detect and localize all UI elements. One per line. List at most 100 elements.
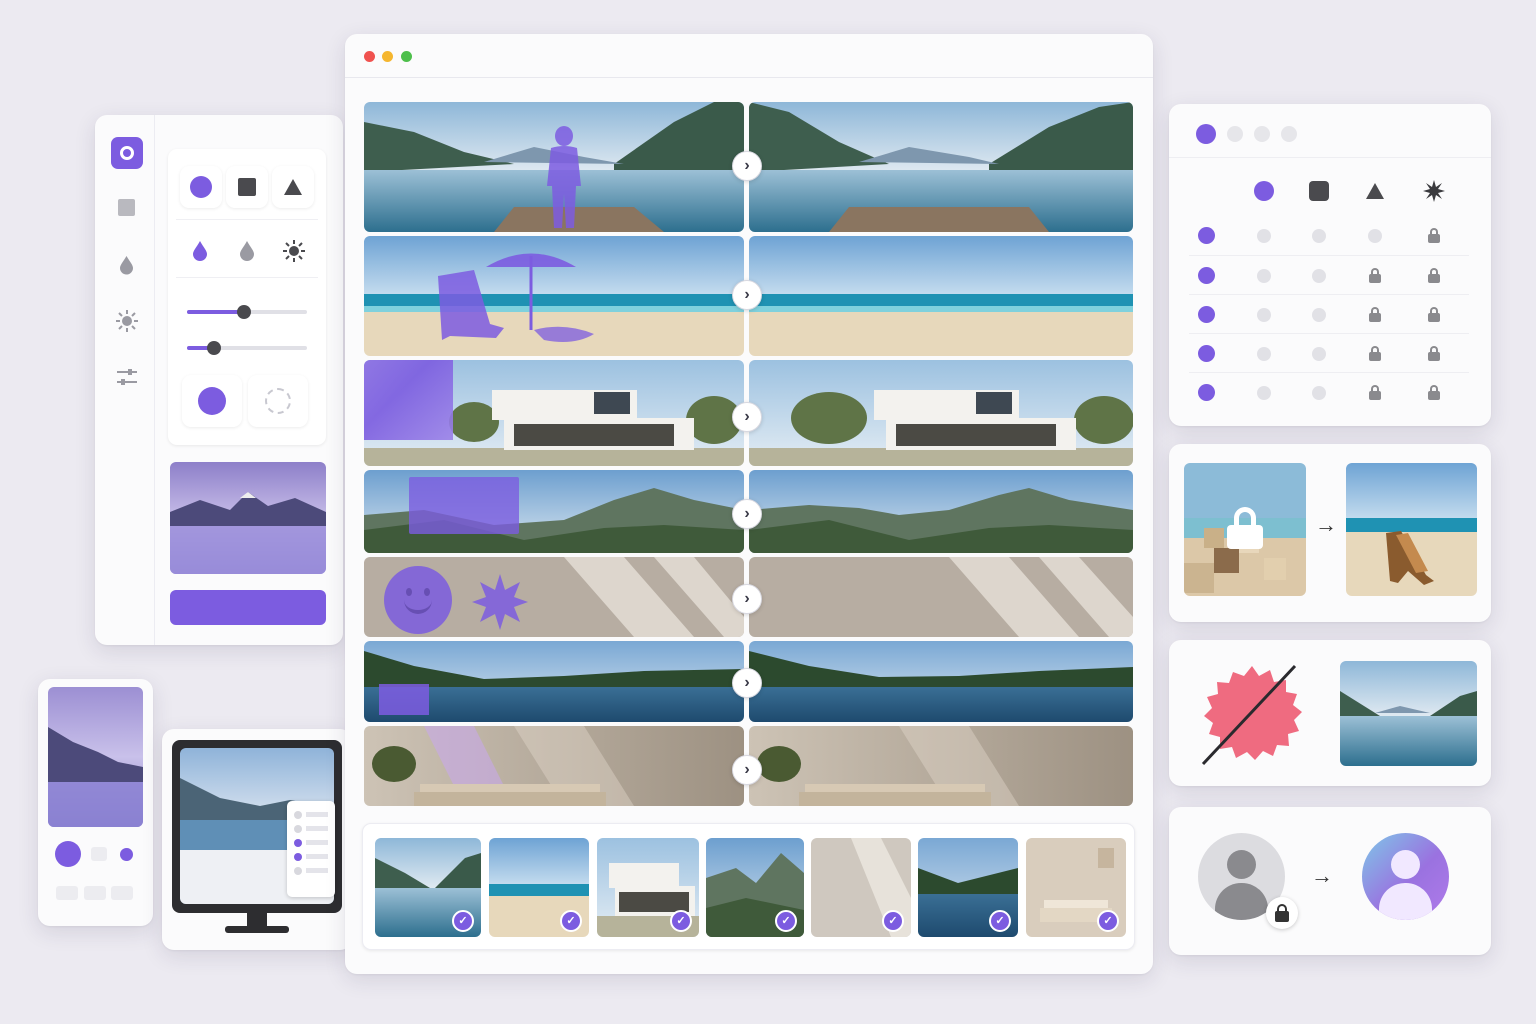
permission-row[interactable] — [1189, 372, 1469, 411]
compare-arrow-button[interactable]: › — [732, 499, 762, 529]
tab-dot[interactable] — [1254, 126, 1270, 142]
chevron-right-icon: › — [744, 674, 750, 691]
compare-arrow-button[interactable]: › — [732, 280, 762, 310]
slider-1[interactable] — [187, 305, 307, 319]
circle-tool-button[interactable] — [180, 166, 222, 208]
thumbnail-beach[interactable]: ✓ — [489, 838, 589, 937]
dot-icon[interactable] — [120, 848, 133, 861]
triangle-icon[interactable] — [1364, 180, 1386, 202]
dot-icon[interactable] — [1257, 385, 1271, 401]
compare-arrow-button[interactable]: › — [732, 402, 762, 432]
lock-icon — [1368, 268, 1382, 284]
coral-sticker-crossed-icon — [1201, 664, 1302, 766]
compare-arrow-button[interactable]: › — [732, 668, 762, 698]
preview-image — [170, 462, 326, 574]
thumbnail-mountains[interactable]: ✓ — [706, 838, 804, 937]
dot-icon[interactable] — [1257, 346, 1271, 362]
thumbnail-lake[interactable]: ✓ — [375, 838, 481, 937]
rectangle-overlay — [409, 477, 519, 534]
square-icon[interactable] — [1308, 180, 1330, 202]
chevron-right-icon: › — [744, 761, 750, 778]
dot-icon[interactable] — [1257, 307, 1271, 323]
row-dot-icon — [1198, 384, 1215, 401]
slider-2[interactable] — [187, 341, 307, 355]
dot-icon[interactable] — [1257, 268, 1271, 284]
clear-beach-image — [1346, 463, 1477, 596]
tab-dot[interactable] — [1281, 126, 1297, 142]
lock-icon — [1427, 307, 1441, 323]
sun-icon[interactable] — [1423, 180, 1445, 202]
avatar-unlock-card: → — [1169, 807, 1491, 955]
thumbnail-forest-lake[interactable]: ✓ — [918, 838, 1018, 937]
permissions-rows — [1169, 216, 1491, 416]
lock-icon — [1227, 507, 1263, 549]
permission-row[interactable] — [1189, 255, 1469, 294]
row-dot-icon — [1198, 227, 1215, 244]
sun-sticker-icon — [472, 574, 528, 630]
lock-icon — [1368, 307, 1382, 323]
chevron-right-icon: › — [744, 590, 750, 607]
sliders-icon[interactable] — [117, 368, 137, 386]
person-silhouette-overlay — [547, 126, 581, 228]
unlocked-avatar — [1362, 833, 1449, 920]
chevron-right-icon: › — [744, 157, 750, 174]
monitor-icon — [172, 740, 342, 913]
square-ring-icon[interactable] — [111, 137, 143, 169]
before-image-forest-lake — [364, 641, 744, 722]
lock-icon — [1427, 346, 1441, 362]
compare-arrow-button[interactable]: › — [732, 151, 762, 181]
before-image-beach — [364, 236, 744, 356]
circle-icon[interactable] — [1253, 180, 1275, 202]
thumbnail-living-room[interactable]: ✓ — [1026, 838, 1126, 937]
fill-circle-button[interactable] — [182, 375, 242, 427]
dot-icon[interactable] — [1312, 346, 1326, 362]
dot-icon[interactable] — [1257, 228, 1271, 244]
sticker-removal-card — [1169, 640, 1491, 786]
apply-button[interactable] — [170, 590, 326, 625]
compare-arrow-button[interactable]: › — [732, 755, 762, 785]
permission-row[interactable] — [1189, 333, 1469, 372]
after-image-wall — [749, 557, 1133, 637]
before-image-mountains — [364, 470, 744, 553]
chevron-right-icon: › — [744, 408, 750, 425]
minimize-window-icon[interactable] — [382, 51, 393, 62]
thumbnail-house[interactable]: ✓ — [597, 838, 699, 937]
lock-icon — [1427, 228, 1441, 244]
drop-icon[interactable] — [238, 240, 256, 262]
tool-options — [168, 149, 326, 445]
tab-dot-active[interactable] — [1196, 124, 1216, 144]
before-image-house — [364, 360, 744, 466]
dot-icon[interactable] — [1368, 228, 1382, 244]
sun-icon[interactable] — [283, 240, 305, 262]
dot-icon[interactable] — [1312, 385, 1326, 401]
dashed-circle-button[interactable] — [248, 375, 308, 427]
thumbnail-wall[interactable]: ✓ — [811, 838, 911, 937]
close-window-icon[interactable] — [364, 51, 375, 62]
maximize-window-icon[interactable] — [401, 51, 412, 62]
pixelated-block-overlay — [364, 360, 453, 440]
chevron-right-icon: › — [744, 286, 750, 303]
beach-chair-umbrella-overlay — [438, 253, 594, 342]
dot-icon[interactable] — [1312, 268, 1326, 284]
dot-icon[interactable] — [1312, 228, 1326, 244]
after-image-mountains — [749, 470, 1133, 553]
triangle-icon — [284, 179, 302, 195]
drop-icon[interactable] — [118, 255, 135, 275]
drop-icon[interactable] — [191, 240, 209, 262]
before-image-living-room — [364, 726, 744, 806]
unblur-card: → — [1169, 444, 1491, 622]
permission-row[interactable] — [1189, 294, 1469, 333]
sun-icon[interactable] — [116, 310, 138, 332]
square-icon — [238, 178, 256, 196]
mobile-preview — [38, 679, 153, 926]
check-icon: ✓ — [775, 910, 797, 932]
square-icon[interactable] — [118, 199, 135, 216]
tab-dot[interactable] — [1227, 126, 1243, 142]
dot-icon[interactable] — [1312, 307, 1326, 323]
permission-row[interactable] — [1189, 216, 1469, 255]
triangle-tool-button[interactable] — [272, 166, 314, 208]
circle-icon[interactable] — [55, 841, 81, 867]
check-icon: ✓ — [882, 910, 904, 932]
square-tool-button[interactable] — [226, 166, 268, 208]
compare-arrow-button[interactable]: › — [732, 584, 762, 614]
